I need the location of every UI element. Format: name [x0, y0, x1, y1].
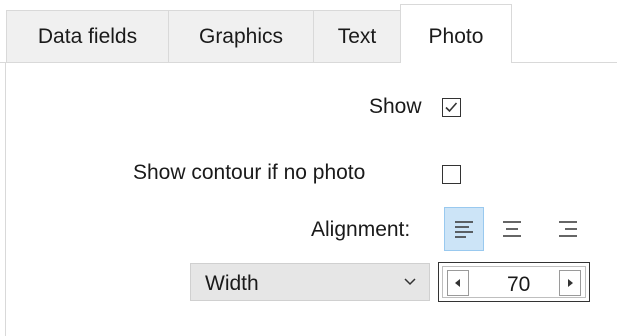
align-right-button[interactable] — [548, 207, 588, 251]
triangle-left-icon — [455, 279, 460, 287]
right-align-icon — [559, 221, 577, 237]
tab-text-label: Text — [337, 25, 377, 48]
show-checkbox[interactable] — [442, 98, 461, 117]
stepper-value[interactable]: 70 — [507, 273, 530, 297]
size-mode-value: Width — [205, 272, 259, 295]
checkmark-icon — [445, 102, 458, 113]
tab-graphics-label: Graphics — [198, 25, 284, 48]
panel-border — [5, 62, 6, 336]
alignment-label: Alignment: — [311, 218, 411, 241]
tab-divider — [0, 62, 617, 63]
show-label: Show — [369, 95, 422, 118]
size-value-stepper[interactable]: 70 — [438, 262, 590, 302]
tab-data-fields[interactable]: Data fields — [6, 10, 169, 62]
size-mode-dropdown[interactable]: Width — [190, 263, 430, 301]
increment-button[interactable] — [559, 270, 581, 296]
decrement-button[interactable] — [447, 270, 469, 296]
contour-label: Show contour if no photo — [133, 161, 366, 184]
center-align-icon — [503, 221, 521, 237]
tab-graphics[interactable]: Graphics — [168, 10, 314, 62]
tab-data-fields-label: Data fields — [37, 25, 138, 48]
left-align-icon — [455, 221, 473, 238]
tab-photo[interactable]: Photo — [400, 4, 512, 63]
tab-photo-label: Photo — [428, 25, 484, 48]
align-left-button[interactable] — [444, 207, 484, 251]
tab-text[interactable]: Text — [313, 10, 401, 62]
tab-strip: Data fields Graphics Text Photo — [0, 0, 617, 63]
chevron-down-icon — [404, 278, 416, 286]
triangle-right-icon — [568, 279, 573, 287]
contour-checkbox[interactable] — [442, 165, 461, 184]
stepper-field: 70 — [442, 266, 586, 298]
align-center-button[interactable] — [492, 207, 532, 251]
